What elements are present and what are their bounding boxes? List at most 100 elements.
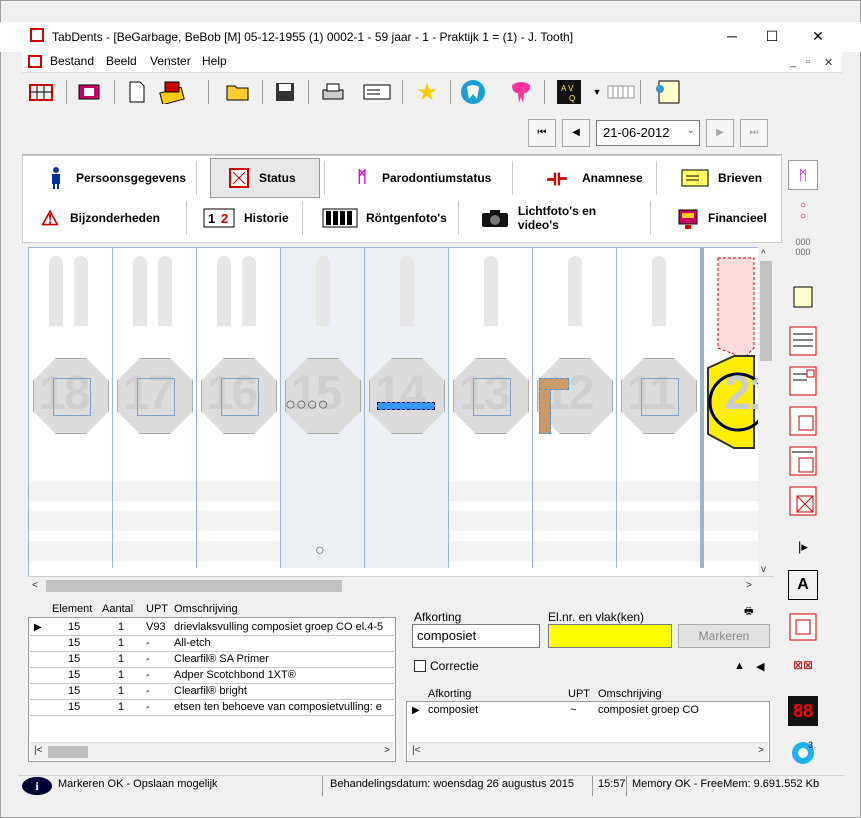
cell-upt[interactable]: V93 (146, 621, 166, 633)
dental-chart[interactable]: 18 17 16 15 ○○○○ ○ 14 13 12 11 21 (28, 247, 775, 577)
list-tool-icon[interactable] (788, 326, 818, 356)
minimize-button[interactable]: ─ (718, 26, 746, 46)
print-small-icon[interactable]: 🖶 (744, 604, 753, 621)
cell-element[interactable]: 15 (68, 701, 80, 713)
maximize-button[interactable]: ☐ (758, 26, 786, 46)
chart-vertical-scrollbar[interactable]: ^ v (758, 247, 774, 577)
star-icon[interactable]: ★ (412, 78, 442, 106)
avq-icon[interactable]: A VQ (554, 78, 584, 106)
tooth-blue-icon[interactable] (458, 78, 488, 106)
font-tool-icon[interactable]: A (788, 570, 818, 600)
tab-bijzonderheden[interactable]: ⚠ Bijzonderheden (38, 198, 188, 238)
grid-mark-tool-icon[interactable]: ⊠⊠ (788, 650, 818, 680)
menu-help[interactable]: Help (202, 54, 227, 68)
codes-horizontal-scrollbar[interactable]: |< > (408, 742, 768, 760)
cell-aantal[interactable]: 1 (118, 621, 124, 633)
menu-venster[interactable]: Venster (150, 54, 191, 68)
print-icon[interactable] (318, 78, 348, 106)
cell-afkorting[interactable]: composiet (428, 704, 478, 716)
column-header-omschrijving[interactable]: Omschrijving (174, 603, 238, 615)
mdi-restore-button[interactable]: ▫ (806, 56, 810, 68)
save-icon[interactable] (270, 78, 300, 106)
next-date-button[interactable]: ▶ (706, 119, 734, 147)
tab-brieven[interactable]: Brieven (680, 158, 770, 198)
tab-rontgenfotos[interactable]: Röntgenfoto's (322, 198, 452, 238)
cell-aantal[interactable]: 1 (118, 685, 124, 697)
table-horizontal-scrollbar[interactable]: |< > (30, 742, 394, 760)
status-tool-icon[interactable] (788, 406, 818, 436)
tab-status[interactable]: Status (210, 158, 320, 198)
tab-historie[interactable]: 1 2 Historie (202, 198, 302, 238)
open-folder-icon[interactable] (224, 78, 254, 106)
list-mark-tool-icon[interactable] (788, 366, 818, 396)
step-forward-icon[interactable]: |▸ (788, 532, 818, 562)
tab-anamnese[interactable]: ⟛ Anamnese (540, 158, 660, 198)
tab-financieel[interactable]: Financieel (676, 198, 772, 238)
cell-upt[interactable]: ~ (570, 704, 576, 716)
letter-icon[interactable] (362, 78, 392, 106)
column-header-afkorting[interactable]: Afkorting (428, 688, 471, 700)
film-icon[interactable] (74, 78, 104, 106)
tab-parodontiumstatus[interactable]: ᛗ Parodontiumstatus (350, 158, 520, 198)
tooth-13[interactable]: 13 (449, 248, 533, 568)
parodontium-tool-icon[interactable]: ᛗ (788, 160, 818, 190)
grid-icon[interactable] (26, 78, 56, 106)
numbers-tool-icon[interactable]: 000 000 (788, 232, 818, 262)
note-tool-icon[interactable] (788, 282, 818, 312)
cell-element[interactable]: 15 (68, 637, 80, 649)
cell-omschrijving[interactable]: etsen ten behoeve van composietvulling: … (174, 701, 394, 713)
teeth-icon[interactable] (606, 78, 636, 106)
cell-upt[interactable]: - (146, 669, 150, 681)
cell-aantal[interactable]: 1 (118, 669, 124, 681)
column-header-omschrijving[interactable]: Omschrijving (598, 688, 662, 700)
tooth-14[interactable]: 14 (365, 248, 449, 568)
date-select[interactable]: 21-06-2012 ⌄ (596, 120, 700, 146)
elnr-input[interactable] (548, 624, 672, 648)
status-list-tool-icon[interactable] (788, 446, 818, 476)
cell-aantal[interactable]: 1 (118, 701, 124, 713)
tooth-pink-icon[interactable] (506, 78, 536, 106)
tooth-16[interactable]: 16 (197, 248, 281, 568)
cell-omschrijving[interactable]: Clearfil® bright (174, 685, 247, 697)
cell-omschrijving[interactable]: Clearfil® SA Primer (174, 653, 269, 665)
column-header-upt[interactable]: UPT (568, 688, 590, 700)
afkorting-input[interactable]: composiet (412, 624, 540, 648)
correctie-checkbox[interactable] (414, 660, 426, 672)
arrow-up-icon[interactable]: ▲ (734, 660, 745, 672)
markeren-button[interactable]: Markeren (678, 624, 770, 648)
column-header-aantal[interactable]: Aantal (102, 603, 133, 615)
tab-lichtfotos[interactable]: Lichtfoto's en video's (480, 198, 640, 238)
menu-bestand[interactable]: Bestand (50, 54, 94, 68)
circles-tool-icon[interactable]: ○ ○ (788, 196, 818, 226)
tab-persoonsgegevens[interactable]: Persoonsgegevens (44, 158, 204, 198)
chart-horizontal-scrollbar[interactable]: < > (28, 576, 774, 594)
badge-icon[interactable] (788, 738, 818, 768)
cell-aantal[interactable]: 1 (118, 637, 124, 649)
column-header-element[interactable]: Element (52, 603, 92, 615)
prev-date-button[interactable]: ◀ (562, 119, 590, 147)
cell-upt[interactable]: - (146, 653, 150, 665)
cell-element[interactable]: 15 (68, 653, 80, 665)
cell-aantal[interactable]: 1 (118, 653, 124, 665)
arrow-left-icon[interactable]: ◀ (756, 660, 764, 673)
first-date-button[interactable]: ⏮ (528, 119, 556, 147)
mdi-minimize-button[interactable]: _ (790, 56, 796, 68)
tooth-21[interactable]: 21 (701, 248, 775, 568)
cell-element[interactable]: 15 (68, 621, 80, 633)
cell-omschrijving[interactable]: composiet groep CO (598, 704, 699, 716)
menu-beeld[interactable]: Beeld (106, 54, 137, 68)
tooth-18[interactable]: 18 (29, 248, 113, 568)
tooth-15[interactable]: 15 ○○○○ ○ (281, 248, 365, 568)
tooth-12[interactable]: 12 (533, 248, 617, 568)
cell-upt[interactable]: - (146, 637, 150, 649)
mdi-child-icon[interactable] (28, 55, 42, 68)
tooth-11[interactable]: 11 (617, 248, 701, 568)
cell-omschrijving[interactable]: drievlaksvulling composiet groep CO el.4… (174, 621, 394, 633)
last-date-button[interactable]: ⏭ (740, 119, 768, 147)
cell-element[interactable]: 15 (68, 669, 80, 681)
column-header-upt[interactable]: UPT (146, 603, 168, 615)
mdi-close-button[interactable]: ✕ (824, 56, 833, 69)
status-zoom-tool-icon[interactable] (788, 612, 818, 642)
cell-element[interactable]: 15 (68, 685, 80, 697)
close-button[interactable]: ✕ (804, 26, 832, 46)
